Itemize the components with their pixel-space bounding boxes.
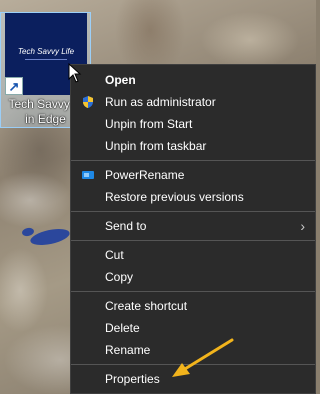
menu-item-unpin-from-start[interactable]: Unpin from Start [71,113,315,135]
menu-item-label: Rename [105,343,151,357]
menu-item-powerrename[interactable]: PowerRename [71,164,315,186]
menu-item-label: Run as administrator [105,95,216,109]
menu-item-label: Create shortcut [105,299,188,313]
menu-item-label: Cut [105,248,124,262]
menu-item-label: Send to [105,219,147,233]
menu-item-restore-previous-versions[interactable]: Restore previous versions [71,186,315,208]
menu-item-label: Open [105,73,136,87]
menu-item-label: Restore previous versions [105,190,244,204]
powerrename-icon [82,171,94,179]
mouse-cursor-icon [68,63,82,83]
uac-shield-icon [83,96,93,108]
menu-separator [71,211,315,212]
menu-item-label: Unpin from taskbar [105,139,207,153]
menu-item-label: Copy [105,270,134,284]
menu-item-cut[interactable]: Cut [71,244,315,266]
menu-item-label: Properties [105,372,160,386]
thumbnail-divider [25,59,67,60]
menu-item-create-shortcut[interactable]: Create shortcut [71,295,315,317]
annotation-arrow-icon [172,338,234,377]
menu-item-copy[interactable]: Copy [71,266,315,288]
menu-separator [71,240,315,241]
menu-item-label: PowerRename [105,168,185,182]
menu-item-label: Delete [105,321,140,335]
chevron-right-icon: › [300,218,305,234]
menu-item-open[interactable]: Open [71,69,315,91]
menu-separator [71,291,315,292]
shortcut-arrow-icon: ↗ [5,77,23,95]
menu-item-unpin-from-taskbar[interactable]: Unpin from taskbar [71,135,315,157]
thumbnail-text: Tech Savvy Life [17,47,75,56]
menu-item-label: Unpin from Start [105,117,193,131]
menu-item-run-as-administrator[interactable]: Run as administrator [71,91,315,113]
menu-separator [71,160,315,161]
menu-item-send-to[interactable]: Send to › [71,215,315,237]
